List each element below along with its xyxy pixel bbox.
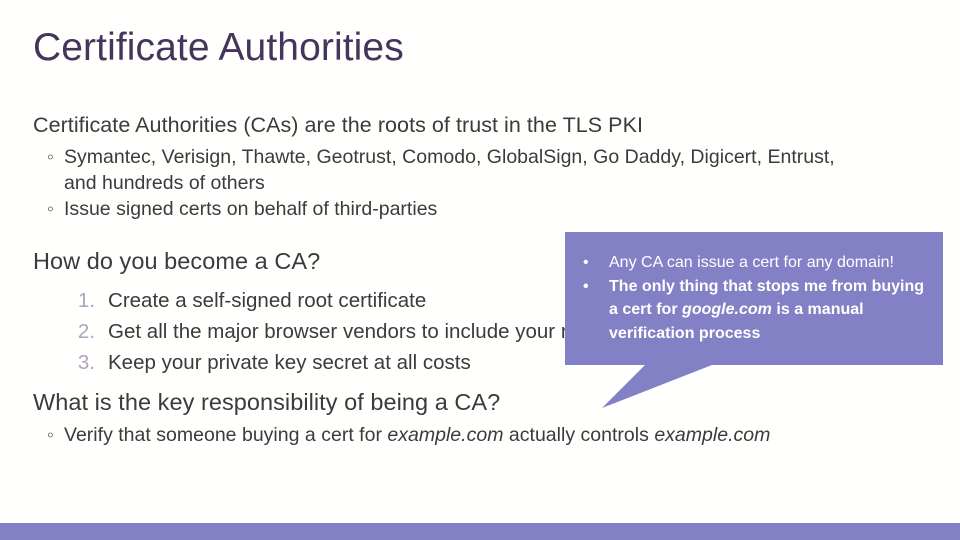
callout-list: • Any CA can issue a cert for any domain…: [565, 232, 943, 345]
step-number: 1.: [77, 289, 95, 312]
hollow-bullet-icon: ◦: [47, 146, 54, 168]
step-number: 2.: [77, 320, 95, 343]
hollow-bullet-icon: ◦: [47, 198, 54, 220]
page-title: Certificate Authorities: [33, 26, 404, 69]
key-responsibility-heading: What is the key responsibility of being …: [33, 389, 501, 415]
footer-accent-bar: [0, 523, 960, 540]
step-number: 3.: [77, 351, 95, 374]
intro-section: Certificate Authorities (CAs) are the ro…: [33, 110, 938, 222]
callout-item: • The only thing that stops me from buyin…: [575, 275, 929, 346]
callout-item: • Any CA can issue a cert for any domain…: [575, 251, 929, 275]
bullet-icon: •: [583, 254, 589, 271]
intro-bullet-list: ◦ Symantec, Verisign, Thawte, Geotrust, …: [33, 144, 938, 222]
callout-box[interactable]: • Any CA can issue a cert for any domain…: [565, 232, 943, 365]
slide: Certificate Authorities Certificate Auth…: [0, 0, 960, 540]
list-item: ◦ Symantec, Verisign, Thawte, Geotrust, …: [33, 144, 938, 196]
key-responsibility-bullet-list: ◦ Verify that someone buying a cert for e…: [33, 422, 938, 448]
callout-item-text: Any CA can issue a cert for any domain!: [609, 254, 894, 271]
bullet-prefix-text: Verify that someone buying a cert for: [64, 424, 388, 446]
step-text: Create a self-signed root certificate: [108, 289, 427, 312]
step-text: Get all the major browser vendors to inc…: [108, 320, 597, 343]
domain-emphasis-first: example.com: [387, 424, 504, 446]
key-responsibility-section: What is the key responsibility of being …: [33, 386, 938, 448]
bullet-icon: •: [583, 277, 589, 295]
list-item-line1: Symantec, Verisign, Thawte, Geotrust, Co…: [64, 146, 835, 168]
callout-bubble: • Any CA can issue a cert for any domain…: [565, 232, 943, 412]
list-item: ◦ Verify that someone buying a cert for e…: [33, 422, 938, 448]
domain-emphasis-second: example.com: [654, 424, 771, 446]
intro-heading: Certificate Authorities (CAs) are the ro…: [33, 113, 643, 137]
list-item-line1: Issue signed certs on behalf of third-pa…: [64, 198, 438, 220]
list-item-line2: and hundreds of others: [64, 172, 265, 194]
callout-domain-emphasis: google.com: [682, 301, 772, 318]
bullet-middle-text: actually controls: [503, 424, 655, 446]
list-item: ◦ Issue signed certs on behalf of third-…: [33, 196, 938, 222]
step-text: Keep your private key secret at all cost…: [108, 351, 471, 374]
hollow-bullet-icon: ◦: [47, 424, 54, 446]
